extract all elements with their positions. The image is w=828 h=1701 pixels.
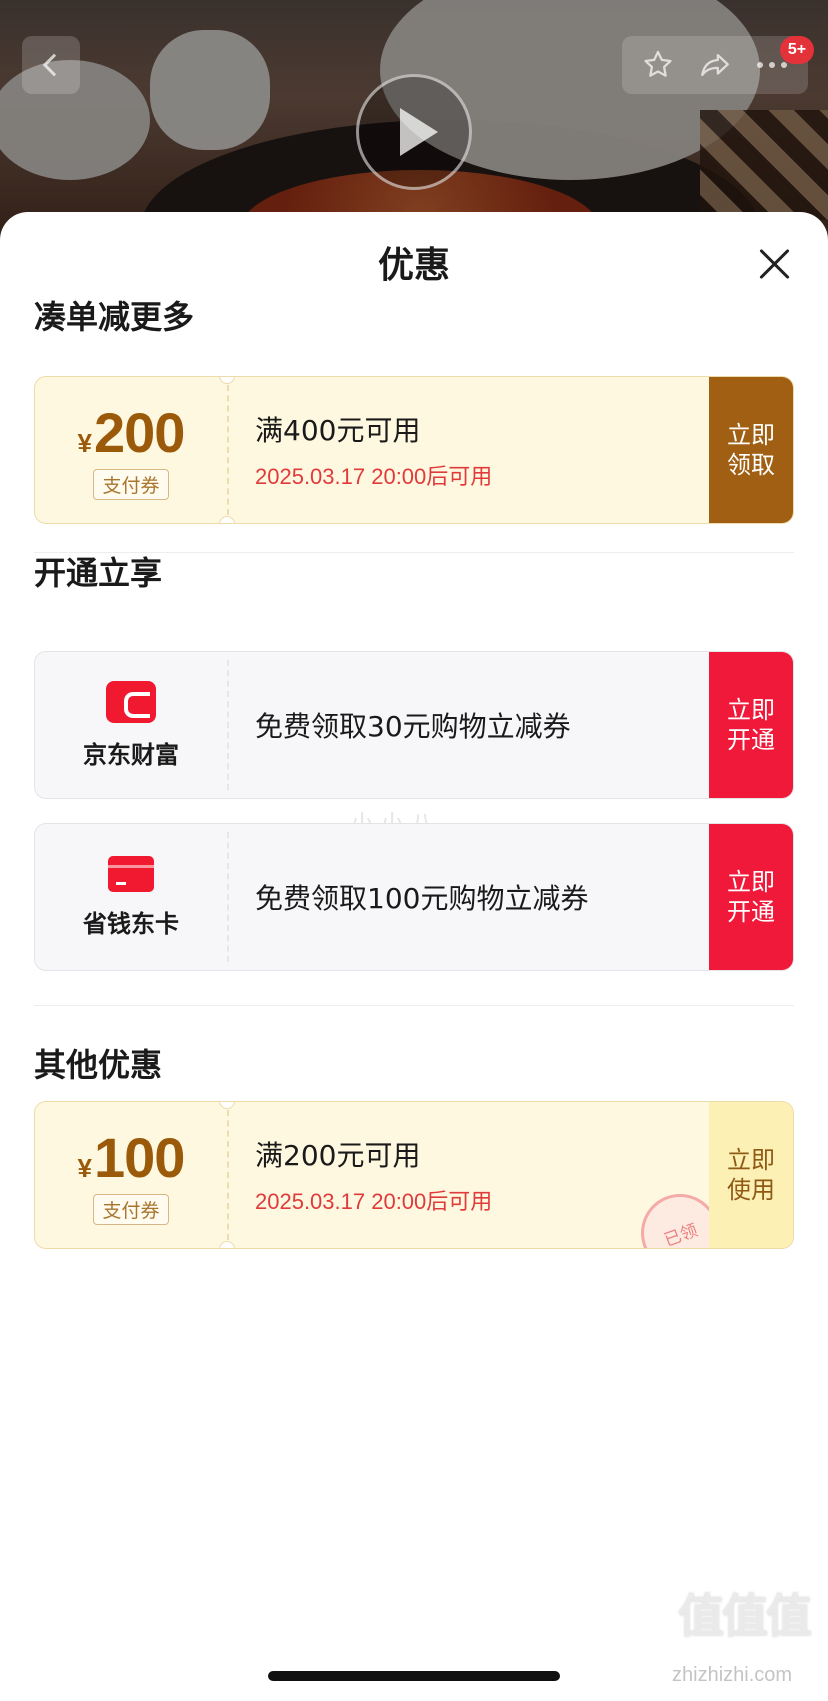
coupon-card-100: ¥ 100 支付券 满200元可用 2025.03.17 20:00后可用 已领… xyxy=(34,1101,794,1249)
share-icon xyxy=(701,53,729,77)
star-icon xyxy=(644,50,672,77)
section-title-activate: 开通立享 xyxy=(34,554,163,592)
message-count-badge: 5+ xyxy=(780,36,814,64)
section-divider xyxy=(34,1005,794,1006)
more-icon xyxy=(756,62,787,68)
activate-button-label: 立即开通 xyxy=(727,868,775,926)
back-button[interactable] xyxy=(22,36,80,94)
play-icon xyxy=(400,108,438,156)
activate-wealth-button[interactable]: 立即开通 xyxy=(709,652,793,798)
coupon-value: ¥ 100 支付券 xyxy=(35,1102,227,1248)
coupon-condition: 满400元可用 xyxy=(255,414,421,447)
claim-button-label: 立即领取 xyxy=(727,421,775,479)
coupon-type-tag: 支付券 xyxy=(93,469,169,500)
site-watermark-logo: 值值值 xyxy=(678,1589,812,1643)
activate-card-savings: 省钱东卡 免费领取100元购物立减券 立即开通 xyxy=(34,823,794,971)
coupon-notch xyxy=(219,1241,235,1248)
play-button[interactable] xyxy=(356,74,472,190)
coupon-divider xyxy=(227,385,229,515)
brand-name: 省钱东卡 xyxy=(83,909,179,938)
coupon-condition: 满200元可用 xyxy=(255,1139,421,1172)
section-title-other: 其他优惠 xyxy=(34,1046,163,1084)
coupon-card-200: ¥ 200 支付券 满400元可用 2025.03.17 20:00后可用 立即… xyxy=(34,376,794,524)
home-indicator xyxy=(268,1671,560,1681)
section-title-bundle: 凑单减更多 xyxy=(34,298,195,336)
offers-sheet: 优惠 凑单减更多 ¥ 200 支付券 满400元可用 2025.03.17 20… xyxy=(0,212,828,1701)
coupon-type-tag: 支付券 xyxy=(93,1194,169,1225)
promo-text: 免费领取100元购物立减券 xyxy=(255,882,589,915)
brand-name: 京东财富 xyxy=(83,740,179,769)
card-icon xyxy=(108,855,154,892)
use-coupon-button[interactable]: 立即使用 xyxy=(709,1102,793,1248)
coupon-amount: ¥ 100 xyxy=(77,1125,186,1190)
activate-card-wealth: 京东财富 免费领取30元购物立减券 立即开通 xyxy=(34,651,794,799)
favorite-button[interactable] xyxy=(638,45,678,85)
coupon-info: 满200元可用 2025.03.17 20:00后可用 xyxy=(255,1102,492,1248)
coupon-notch xyxy=(219,516,235,523)
brand-block: 京东财富 xyxy=(35,652,227,798)
activate-savings-button[interactable]: 立即开通 xyxy=(709,824,793,970)
card-divider xyxy=(227,832,229,962)
currency-symbol: ¥ xyxy=(77,428,93,458)
share-button[interactable] xyxy=(695,45,735,85)
coupon-valid-time: 2025.03.17 20:00后可用 xyxy=(255,464,493,489)
coupon-divider xyxy=(227,1110,229,1240)
activate-button-label: 立即开通 xyxy=(727,696,775,754)
promo-text: 免费领取30元购物立减券 xyxy=(255,710,571,743)
promo-info: 免费领取30元购物立减券 xyxy=(255,652,571,798)
coupon-valid-time: 2025.03.17 20:00后可用 xyxy=(255,1189,493,1214)
sheet-title: 优惠 xyxy=(377,245,450,286)
currency-symbol: ¥ xyxy=(77,1153,93,1183)
jd-wealth-icon xyxy=(106,680,156,723)
amount-value: 200 xyxy=(94,401,185,464)
back-icon xyxy=(42,53,66,77)
claim-coupon-button[interactable]: 立即领取 xyxy=(709,377,793,523)
use-button-label: 立即使用 xyxy=(727,1146,775,1204)
close-icon[interactable] xyxy=(752,242,796,286)
brand-block: 省钱东卡 xyxy=(35,824,227,970)
coupon-amount: ¥ 200 xyxy=(77,400,186,465)
card-divider xyxy=(227,660,229,790)
amount-value: 100 xyxy=(94,1126,185,1189)
coupon-value: ¥ 200 支付券 xyxy=(35,377,227,523)
site-watermark-url: zhizhizhi.com xyxy=(672,1664,793,1686)
coupon-info: 满400元可用 2025.03.17 20:00后可用 xyxy=(255,377,492,523)
promo-info: 免费领取100元购物立减券 xyxy=(255,824,588,970)
